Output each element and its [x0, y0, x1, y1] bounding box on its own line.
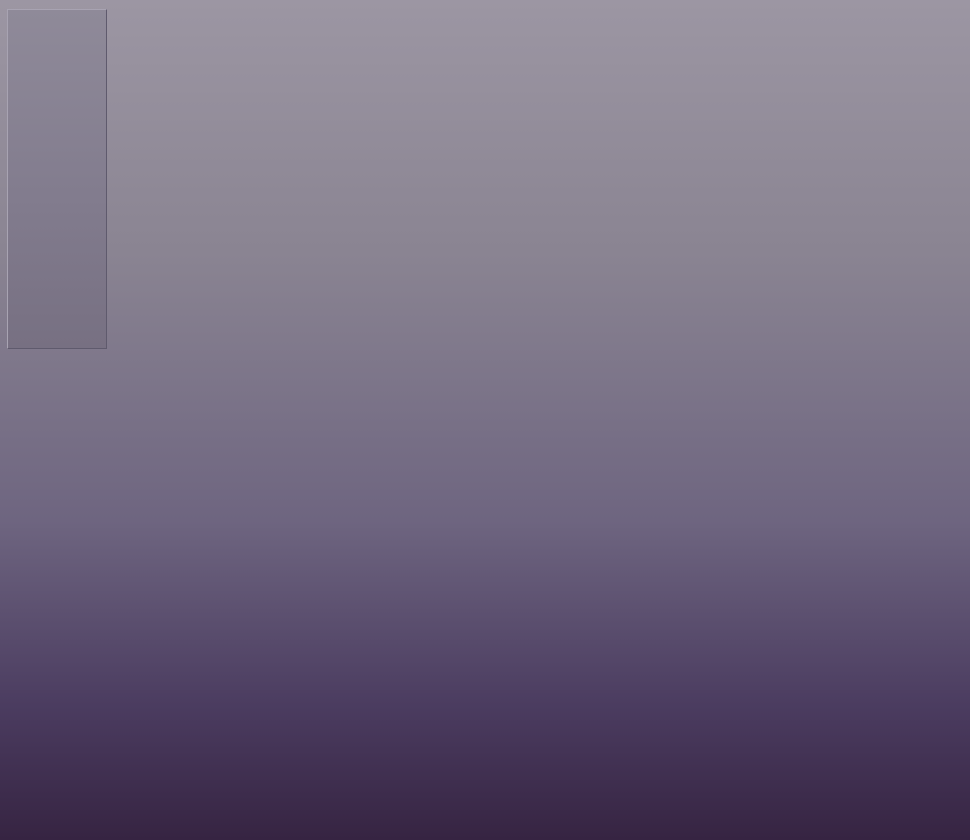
legend-values: [43, 23, 103, 317]
colorbar: [13, 23, 38, 317]
colorbar-legend[interactable]: [7, 9, 107, 349]
field-plot-viewport[interactable]: [0, 0, 970, 840]
legend-body: [13, 23, 103, 317]
